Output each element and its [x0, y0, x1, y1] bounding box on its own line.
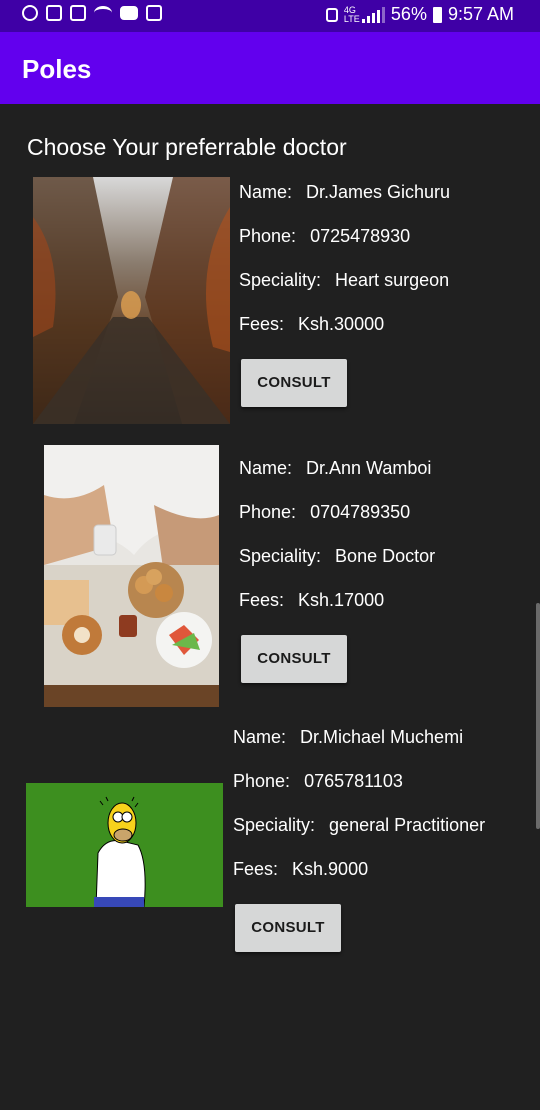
doctor-name-row: Name: Dr.Ann Wamboi: [239, 458, 431, 479]
notification-icons: [22, 5, 162, 21]
signal-icon: [361, 6, 385, 23]
consult-button[interactable]: CONSULT: [235, 904, 341, 952]
page-heading: Choose Your preferrable doctor: [27, 134, 347, 160]
doctor-speciality: general Practitioner: [329, 815, 486, 835]
doctor-name: Dr.James Gichuru: [306, 182, 451, 202]
doctor-speciality: Heart surgeon: [335, 270, 450, 290]
speciality-label: Speciality:: [239, 270, 322, 290]
doctor-name: Dr.Michael Muchemi: [300, 727, 464, 747]
wifi-icon: [94, 6, 112, 20]
doctor-photo: [44, 445, 219, 707]
consult-button[interactable]: CONSULT: [241, 635, 347, 683]
phone-label: Phone:: [239, 502, 297, 522]
speciality-label: Speciality:: [233, 815, 316, 835]
doctor-phone: 0704789350: [310, 502, 411, 522]
phone-label: Phone:: [239, 226, 297, 246]
youtube-icon: [120, 6, 138, 20]
laptop-icon: [146, 5, 162, 21]
doctor-phone-row: Phone: 0704789350: [239, 502, 410, 523]
fees-label: Fees:: [239, 590, 285, 610]
doctor-fees-row: Fees: Ksh.30000: [239, 314, 384, 335]
doctor-photo: [26, 783, 223, 907]
app-title: Poles: [22, 54, 92, 84]
doctor-phone-row: Phone: 0725478930: [239, 226, 410, 247]
name-label: Name:: [239, 458, 293, 478]
breakfast-tray-photo: [44, 445, 219, 707]
doctor-fees: Ksh.30000: [298, 314, 385, 334]
autumn-forest-path-photo: [33, 177, 230, 424]
homer-hedge-image: [26, 783, 223, 907]
doctor-fees: Ksh.17000: [298, 590, 385, 610]
fees-label: Fees:: [239, 314, 285, 334]
battery-percent: 56%: [390, 4, 427, 24]
doctor-name: Dr.Ann Wamboi: [306, 458, 432, 478]
doctor-fees-row: Fees: Ksh.9000: [233, 859, 368, 880]
doctor-speciality-row: Speciality: Bone Doctor: [239, 546, 435, 567]
system-status: 4G LTE 56% 9:57 AM: [325, 4, 514, 25]
speciality-label: Speciality:: [239, 546, 322, 566]
alarm-icon: [325, 7, 338, 22]
doctor-phone-row: Phone: 0765781103: [233, 771, 403, 792]
doctor-speciality-row: Speciality: general Practitioner: [233, 815, 485, 836]
hotspot-icon: [22, 5, 38, 21]
consult-button[interactable]: CONSULT: [241, 359, 347, 407]
doctor-speciality: Bone Doctor: [335, 546, 436, 566]
name-label: Name:: [239, 182, 293, 202]
name-label: Name:: [233, 727, 287, 747]
lte-icon: 4G LTE: [343, 4, 360, 24]
battery-icon: [432, 6, 442, 23]
clock: 9:57 AM: [447, 4, 514, 24]
checkbox-icon: [46, 5, 62, 21]
doctor-fees-row: Fees: Ksh.17000: [239, 590, 384, 611]
doctor-name-row: Name: Dr.James Gichuru: [239, 182, 450, 203]
doctor-speciality-row: Speciality: Heart surgeon: [239, 270, 449, 291]
scrollbar[interactable]: [536, 603, 540, 829]
fees-label: Fees:: [233, 859, 279, 879]
status-bar: 4G LTE 56% 9:57 AM: [0, 0, 540, 32]
doctor-phone: 0765781103: [304, 771, 403, 791]
doctor-photo: [33, 177, 230, 424]
app-toolbar: Poles: [0, 32, 540, 104]
phone-label: Phone:: [233, 771, 291, 791]
doctor-phone: 0725478930: [310, 226, 411, 246]
doctor-fees: Ksh.9000: [292, 859, 369, 879]
doctor-name-row: Name: Dr.Michael Muchemi: [233, 727, 463, 748]
image-icon: [70, 5, 86, 21]
